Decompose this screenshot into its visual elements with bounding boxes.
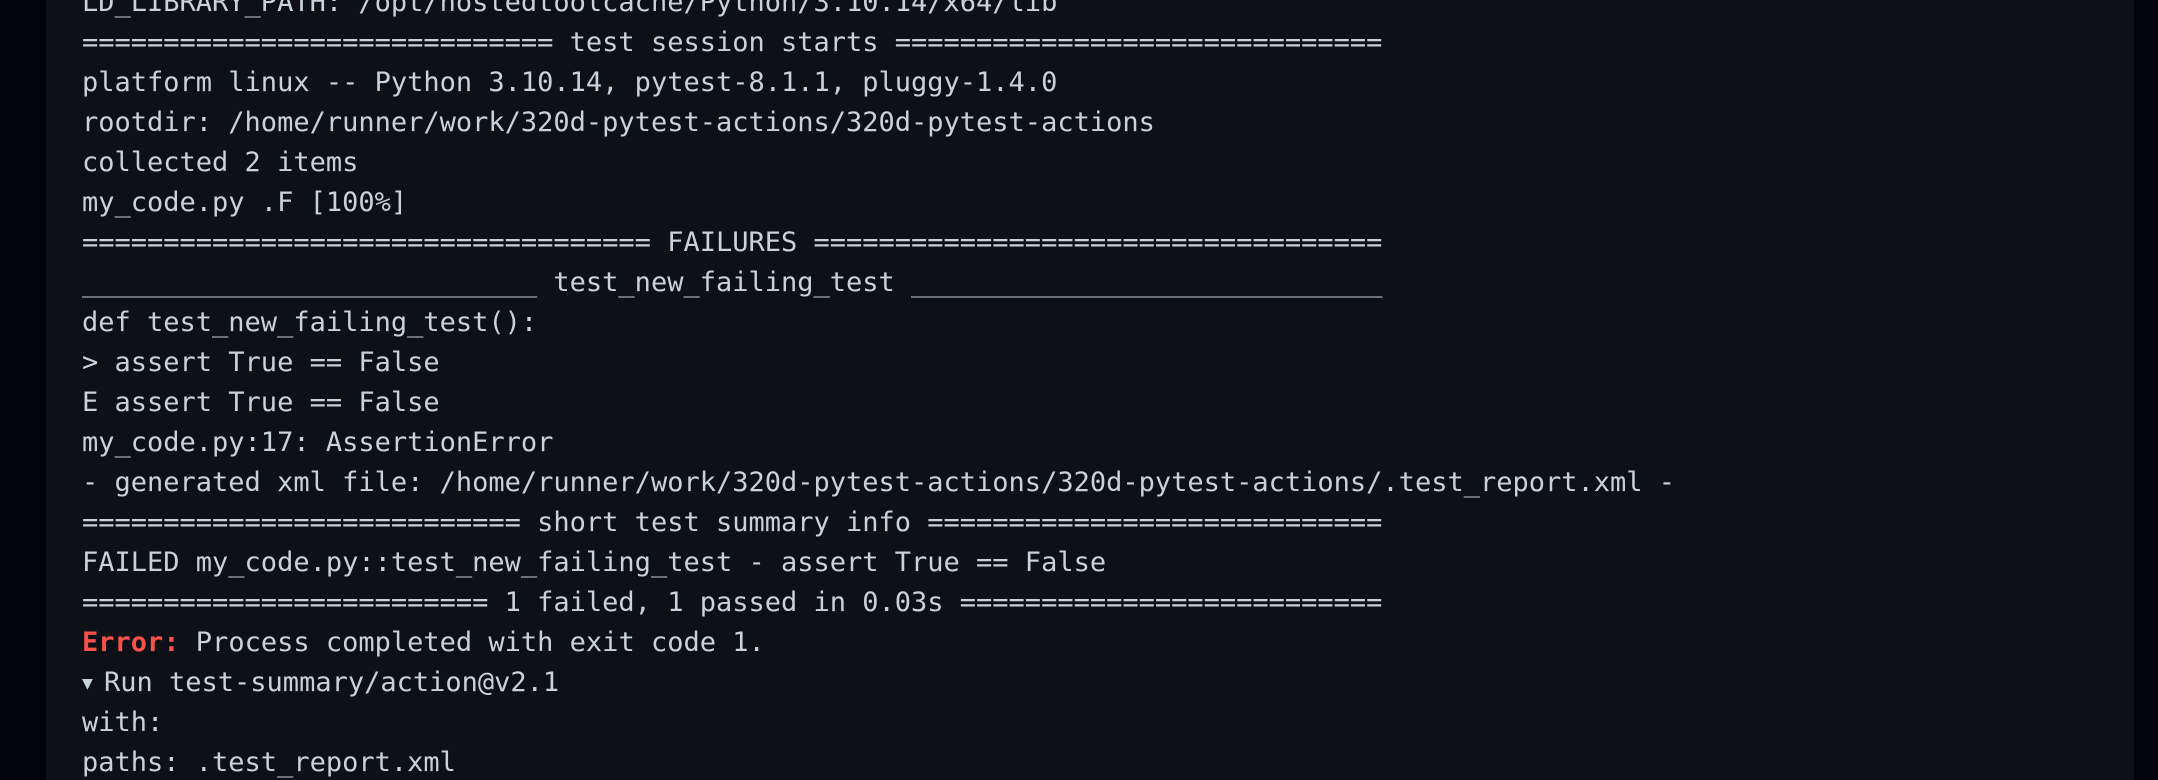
log-line-result: ========================= 1 failed, 1 pa…: [82, 587, 1383, 618]
log-line-error: Error: Process completed with exit code …: [82, 623, 1675, 663]
log-line-failed: FAILED my_code.py::test_new_failing_test…: [82, 547, 1107, 578]
log-line-failures-header: =================================== FAIL…: [82, 227, 1383, 258]
log-line-xml-generated: - generated xml file: /home/runner/work/…: [82, 467, 1676, 498]
error-label: Error:: [82, 627, 180, 658]
log-lines: LD_LIBRARY_PATH: /opt/hostedtoolcache/Py…: [82, 0, 1675, 780]
log-line-with: with:: [82, 707, 164, 738]
job-log-panel: LD_LIBRARY_PATH: /opt/hostedtoolcache/Py…: [46, 0, 2134, 780]
log-line-ld-library-path: LD_LIBRARY_PATH: /opt/hostedtoolcache/Py…: [82, 0, 1058, 18]
log-line-rootdir: rootdir: /home/runner/work/320d-pytest-a…: [82, 107, 1155, 138]
error-message: Process completed with exit code 1.: [179, 627, 765, 658]
log-line-platform: platform linux -- Python 3.10.14, pytest…: [82, 67, 1058, 98]
run-step-label: Run test-summary/action@v2.1: [104, 667, 560, 698]
log-line-assert: > assert True == False: [82, 347, 440, 378]
log-line-collected: collected 2 items: [82, 147, 359, 178]
log-line-progress: my_code.py .F [100%]: [82, 187, 408, 218]
log-line-session-start: ============================= test sessi…: [82, 27, 1383, 58]
log-line-def: def test_new_failing_test():: [82, 307, 538, 338]
log-line-summary-header: =========================== short test s…: [82, 507, 1383, 538]
log-line-test-header: ____________________________ test_new_fa…: [82, 267, 1383, 298]
log-line-error-assert: E assert True == False: [82, 387, 440, 418]
log-line-paths: paths: .test_report.xml: [82, 747, 456, 778]
log-group-run-test-summary[interactable]: ▼ Run test-summary/action@v2.1: [82, 663, 1675, 703]
window-edge: [2134, 0, 2158, 780]
log-line-location: my_code.py:17: AssertionError: [82, 427, 554, 458]
caret-down-icon[interactable]: ▼: [82, 664, 104, 704]
